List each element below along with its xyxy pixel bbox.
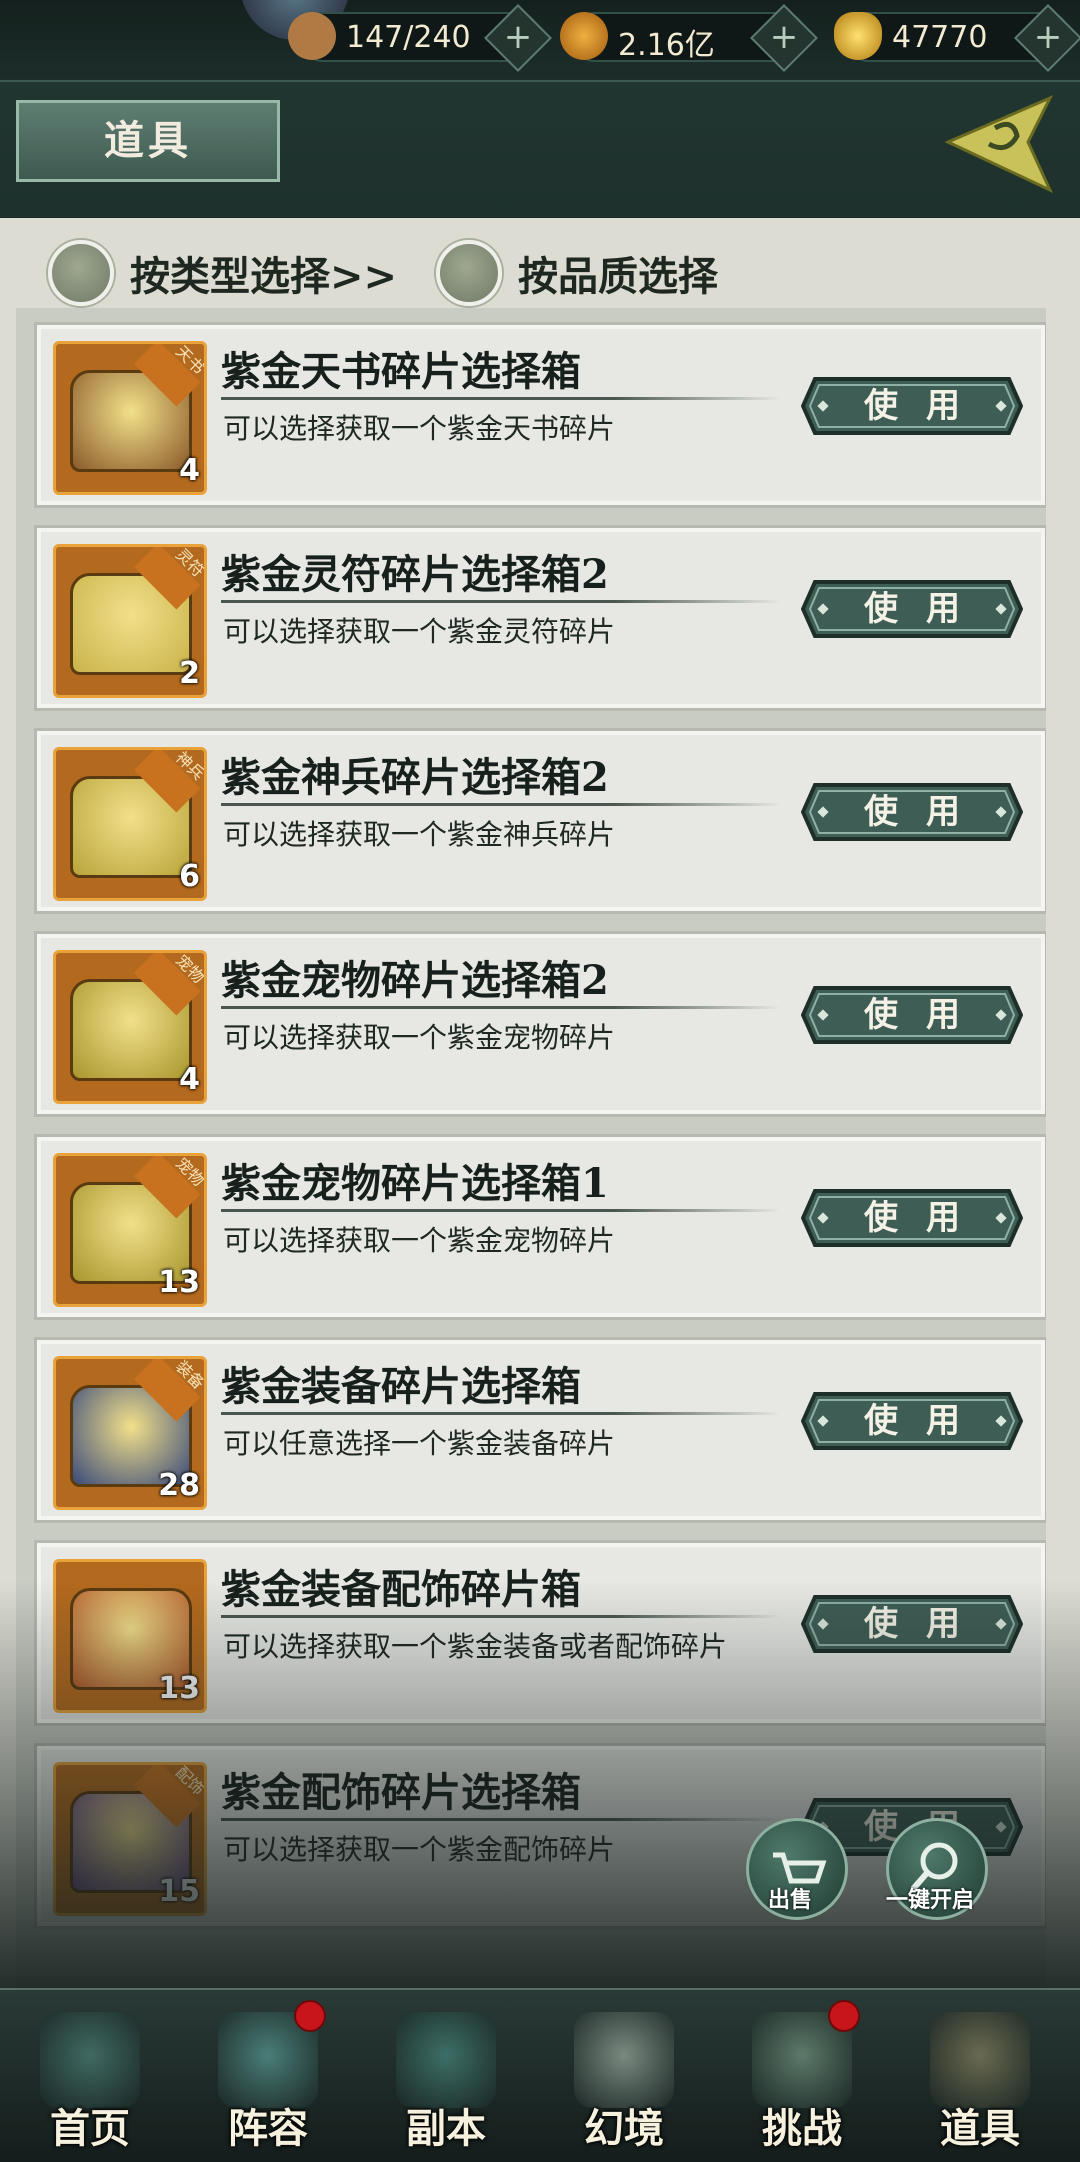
page-title: 道具 bbox=[16, 100, 280, 182]
nav-label: 首页 bbox=[50, 2105, 130, 2152]
use-button[interactable]: 使用 bbox=[801, 984, 1023, 1046]
item-thumbnail[interactable]: 宠物 4 bbox=[53, 950, 207, 1104]
nav-label: 副本 bbox=[406, 2105, 486, 2152]
notification-badge bbox=[294, 2000, 326, 2032]
item-count: 28 bbox=[158, 1468, 200, 1503]
stamina-pack-icon bbox=[288, 12, 336, 60]
list-bottom-fade bbox=[0, 1580, 1080, 1990]
use-button-label: 使用 bbox=[864, 589, 988, 629]
nav-item-3[interactable]: 幻境 bbox=[544, 1990, 704, 2162]
use-button[interactable]: 使用 bbox=[801, 1187, 1023, 1249]
filter-quality-label: 按品质选择 bbox=[518, 253, 718, 300]
nav-item-4[interactable]: 挑战 bbox=[722, 1990, 882, 2162]
item-description: 可以选择获取一个紫金宠物碎片 bbox=[223, 1021, 616, 1054]
use-button[interactable]: 使用 bbox=[801, 781, 1023, 843]
filter-by-type[interactable]: 按类型选择>> bbox=[48, 228, 397, 318]
item-count: 2 bbox=[179, 656, 200, 691]
item-description: 可以选择获取一个紫金宠物碎片 bbox=[223, 1224, 616, 1257]
gold-value: 47770 bbox=[892, 20, 988, 55]
use-button-label: 使用 bbox=[864, 386, 988, 426]
use-button[interactable]: 使用 bbox=[801, 1390, 1023, 1452]
item-card: 宠物 13 紫金宠物碎片选择箱1 可以选择获取一个紫金宠物碎片 使用 bbox=[34, 1134, 1046, 1320]
item-card: 神兵 6 紫金神兵碎片选择箱2 可以选择获取一个紫金神兵碎片 使用 bbox=[34, 728, 1046, 914]
item-name: 紫金装备碎片选择箱 bbox=[221, 1363, 581, 1410]
coin-icon bbox=[560, 12, 608, 60]
notification-badge bbox=[828, 2000, 860, 2032]
item-thumbnail[interactable]: 装备 28 bbox=[53, 1356, 207, 1510]
nav-item-2[interactable]: 副本 bbox=[366, 1990, 526, 2162]
nav-item-1[interactable]: 阵容 bbox=[188, 1990, 348, 2162]
gold-add-button[interactable]: + bbox=[1014, 4, 1080, 72]
item-card: 宠物 4 紫金宠物碎片选择箱2 可以选择获取一个紫金宠物碎片 使用 bbox=[34, 931, 1046, 1117]
item-name: 紫金宠物碎片选择箱2 bbox=[221, 957, 609, 1004]
nav-item-5[interactable]: 道具 bbox=[900, 1990, 1060, 2162]
use-button-label: 使用 bbox=[864, 1401, 988, 1441]
item-thumbnail[interactable]: 神兵 6 bbox=[53, 747, 207, 901]
page-header: 道具 bbox=[0, 82, 1080, 217]
stamina-value: 147/240 bbox=[346, 20, 471, 55]
item-thumbnail[interactable]: 天书 4 bbox=[53, 341, 207, 495]
resource-stamina: 147/240 + bbox=[288, 4, 552, 72]
item-description: 可以选择获取一个紫金神兵碎片 bbox=[223, 818, 616, 851]
use-button-label: 使用 bbox=[864, 792, 988, 832]
item-name: 紫金天书碎片选择箱 bbox=[221, 348, 581, 395]
item-thumbnail[interactable]: 宠物 13 bbox=[53, 1153, 207, 1307]
item-card: 装备 28 紫金装备碎片选择箱可以任意选择一个紫金装备碎片 使用 bbox=[34, 1337, 1046, 1523]
item-description: 可以选择获取一个紫金天书碎片 bbox=[223, 412, 616, 445]
resource-coins: 2.16亿 + bbox=[560, 4, 818, 72]
crossed-swords-icon bbox=[574, 2012, 674, 2108]
use-button[interactable]: 使用 bbox=[801, 375, 1023, 437]
item-card: 灵符 2 紫金灵符碎片选择箱2 可以选择获取一个紫金灵符碎片 使用 bbox=[34, 525, 1046, 711]
sell-label: 出售 bbox=[768, 1887, 813, 1913]
item-description: 可以任意选择一个紫金装备碎片 bbox=[223, 1427, 616, 1460]
bottom-nav: 首页 阵容 副本 幻境 挑战 道具 bbox=[0, 1988, 1080, 2162]
gold-ingot-icon bbox=[834, 12, 882, 60]
item-name: 紫金灵符碎片选择箱2 bbox=[221, 551, 609, 598]
nav-label: 道具 bbox=[940, 2105, 1020, 2152]
use-button-label: 使用 bbox=[864, 1198, 988, 1238]
resource-gold: 47770 + bbox=[834, 4, 1080, 72]
item-name: 紫金宠物碎片选择箱1 bbox=[221, 1160, 609, 1207]
item-bag-icon bbox=[930, 2012, 1030, 2108]
item-divider bbox=[221, 600, 781, 603]
item-card: 天书 4 紫金天书碎片选择箱可以选择获取一个紫金天书碎片 使用 bbox=[34, 322, 1046, 508]
coins-add-button[interactable]: + bbox=[750, 4, 818, 72]
nav-label: 挑战 bbox=[762, 2105, 842, 2152]
use-button[interactable]: 使用 bbox=[801, 578, 1023, 640]
item-count: 4 bbox=[179, 1062, 200, 1097]
item-description: 可以选择获取一个紫金灵符碎片 bbox=[223, 615, 616, 648]
item-count: 6 bbox=[179, 859, 200, 894]
item-divider bbox=[221, 803, 781, 806]
item-divider bbox=[221, 1412, 781, 1415]
item-count: 4 bbox=[179, 453, 200, 488]
dungeon-sword-icon bbox=[396, 2012, 496, 2108]
item-thumbnail[interactable]: 灵符 2 bbox=[53, 544, 207, 698]
resource-bar: 147/240 + 2.16亿 + 47770 + bbox=[0, 0, 1080, 82]
back-arrow-icon bbox=[944, 94, 1054, 194]
filter-type-radio[interactable] bbox=[48, 240, 114, 306]
back-button[interactable] bbox=[940, 90, 1060, 200]
item-divider bbox=[221, 1209, 781, 1212]
item-divider bbox=[221, 397, 781, 400]
nav-label: 幻境 bbox=[584, 2105, 664, 2152]
item-name: 紫金神兵碎片选择箱2 bbox=[221, 754, 609, 801]
home-pavilion-icon bbox=[40, 2012, 140, 2108]
filter-type-label: 按类型选择>> bbox=[130, 253, 398, 300]
coins-value: 2.16亿 bbox=[618, 28, 715, 63]
stamina-add-button[interactable]: + bbox=[484, 4, 552, 72]
nav-item-0[interactable]: 首页 bbox=[10, 1990, 170, 2162]
use-button-label: 使用 bbox=[864, 995, 988, 1035]
filter-by-quality[interactable]: 按品质选择 bbox=[436, 228, 718, 318]
filter-quality-radio[interactable] bbox=[436, 240, 502, 306]
nav-label: 阵容 bbox=[228, 2105, 308, 2152]
item-divider bbox=[221, 1006, 781, 1009]
open-all-label: 一键开启 bbox=[886, 1887, 975, 1913]
item-count: 13 bbox=[158, 1265, 200, 1300]
